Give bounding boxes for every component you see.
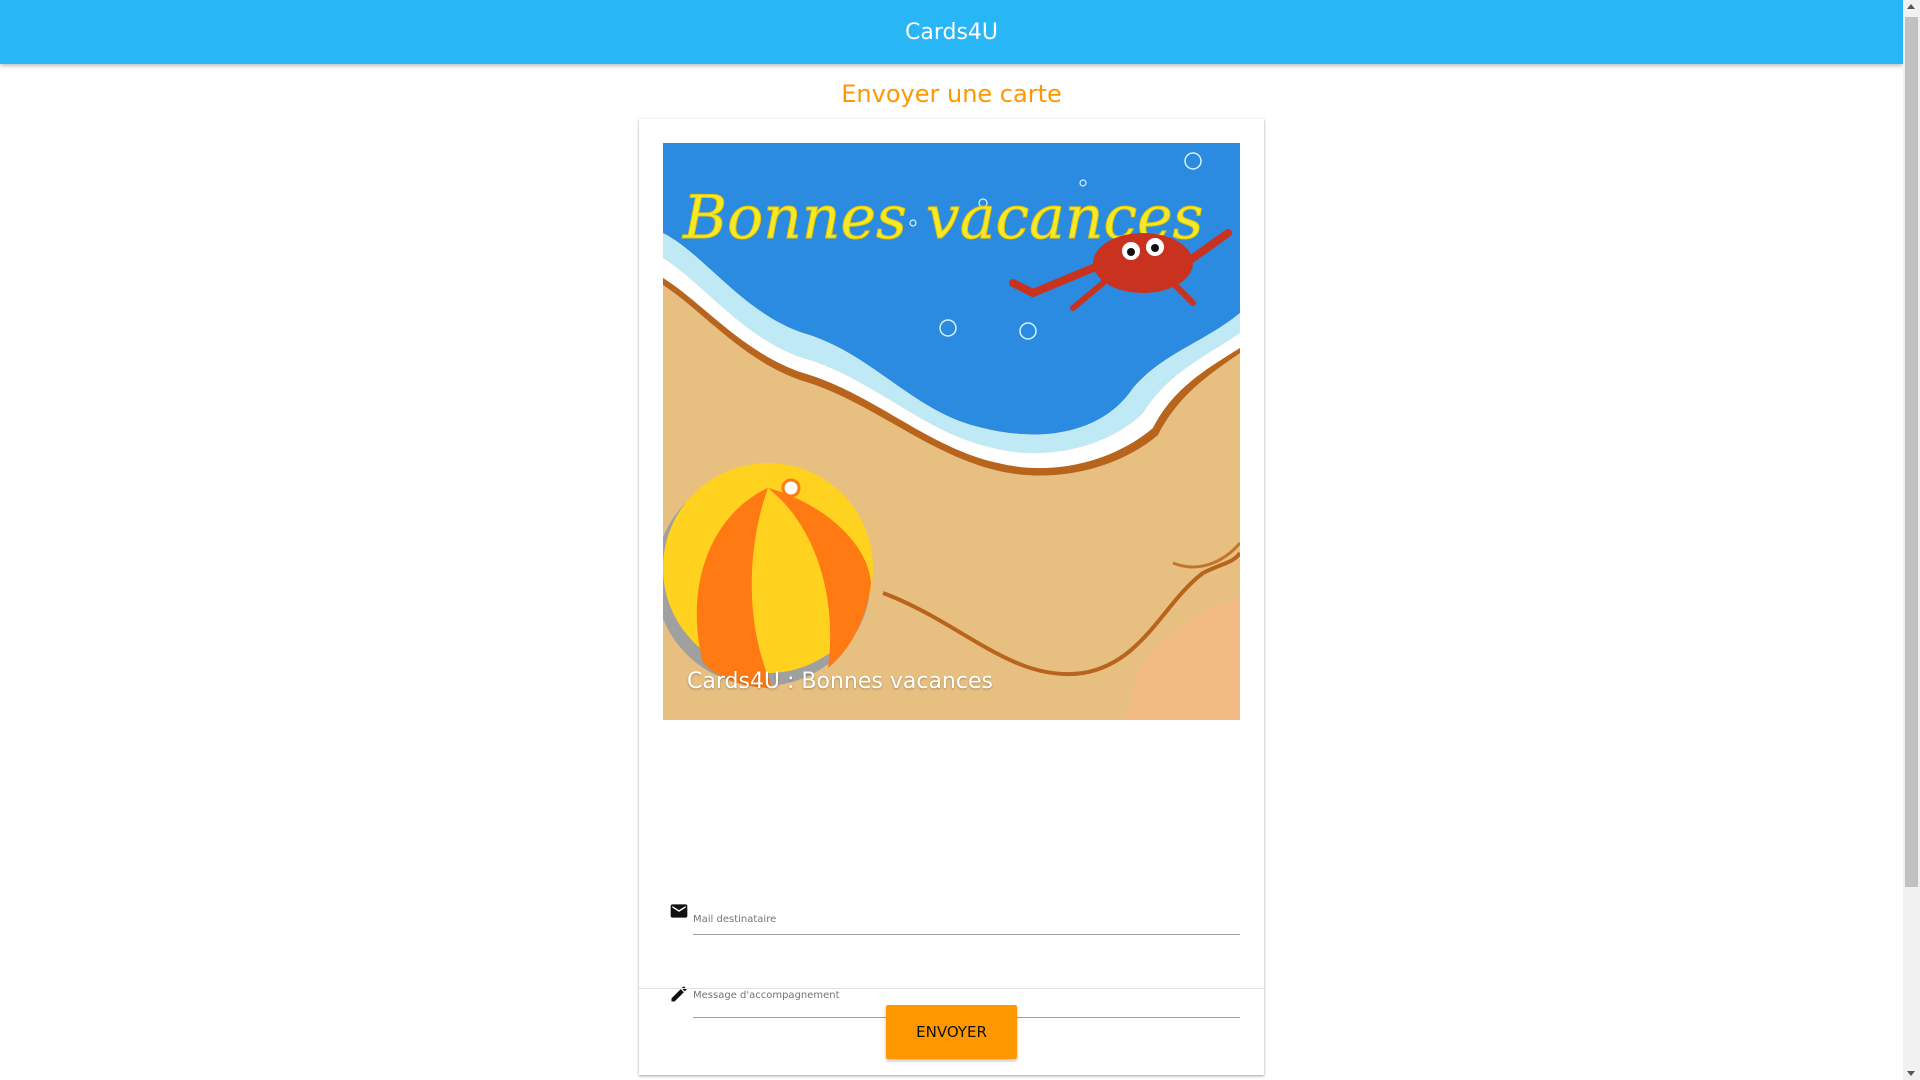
mail-icon [669, 901, 689, 921]
scroll-up-icon[interactable] [1907, 4, 1915, 9]
email-field: Mail destinataire [669, 895, 1240, 935]
app-bar: Cards4U [0, 0, 1903, 64]
send-button[interactable]: ENVOYER [886, 1005, 1017, 1059]
email-input-wrap: Mail destinataire [693, 895, 1240, 935]
page-title: Envoyer une carte [841, 80, 1062, 108]
card-form: Bonnes vacances Cards4U : Bonnes vacance… [639, 119, 1264, 1075]
email-input[interactable] [693, 910, 1240, 932]
card-image: Bonnes vacances Cards4U : Bonnes vacance… [663, 143, 1240, 720]
app-title: Cards4U [904, 19, 999, 45]
scrollbar-thumb[interactable] [1905, 17, 1918, 887]
scroll-down-icon[interactable] [1907, 1071, 1915, 1076]
pencil-icon [669, 984, 689, 1004]
vertical-scrollbar[interactable] [1903, 0, 1920, 1080]
card-caption: Cards4U : Bonnes vacances [687, 669, 993, 694]
card-actions-divider [639, 988, 1264, 989]
card-illustration: Bonnes vacances [663, 143, 1240, 720]
